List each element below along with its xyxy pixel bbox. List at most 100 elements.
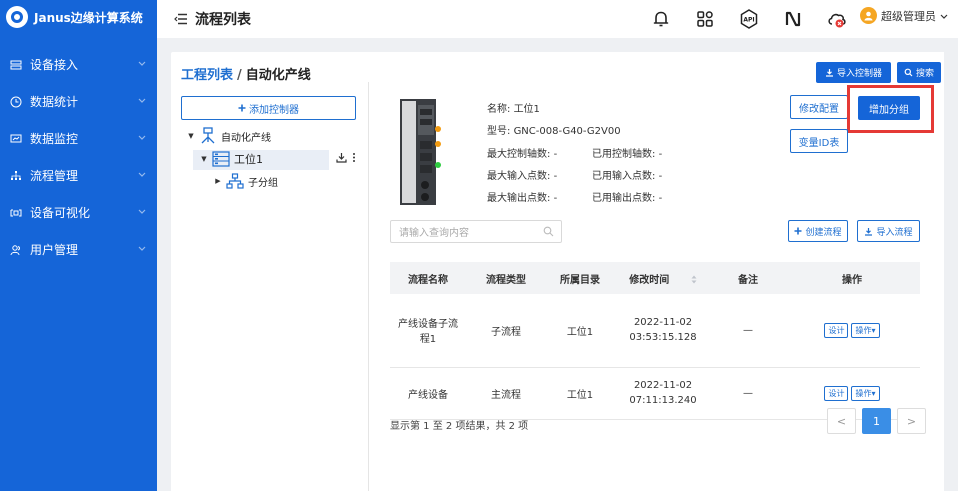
sidebar-item-device-access[interactable]: 设备接入 [0, 46, 157, 83]
flow-table: 流程名称 流程类型 所属目录 修改时间 备注 操作 产线设备子流程1 子流程 工… [390, 262, 920, 420]
sidebar-item-label: 用户管理 [30, 243, 79, 257]
tree-node-subgroup[interactable]: ▶ 子分组 [214, 173, 278, 189]
user-menu[interactable]: 超级管理员 [860, 7, 948, 24]
download-icon [825, 69, 833, 77]
tree-node-root[interactable]: ▼ 自动化产线 [187, 127, 271, 145]
flow-dir: 工位1 [546, 367, 614, 420]
download-icon[interactable] [336, 152, 347, 163]
variable-id-table-button[interactable]: 变量ID表 [790, 129, 848, 153]
device-model-row: 型号: GNC-008-G40-G2V00 [487, 122, 621, 137]
import-flow-label: 导入流程 [876, 227, 913, 238]
chevron-down-icon [138, 98, 146, 103]
cloud-error-icon[interactable] [815, 6, 859, 32]
prev-page-button[interactable]: < [827, 408, 856, 434]
highlight-box [847, 85, 934, 133]
chevron-down-icon [138, 61, 146, 66]
api-icon-label: API [743, 17, 754, 24]
operations-dropdown[interactable]: 操作▾ [851, 385, 880, 401]
operations-dropdown[interactable]: 操作▾ [851, 322, 880, 338]
monitor-icon [10, 133, 22, 145]
controller-icon [212, 151, 230, 167]
breadcrumb-parent[interactable]: 工程列表 [181, 68, 233, 83]
variable-id-table-label: 变量ID表 [798, 137, 840, 149]
chevron-down-icon [138, 135, 146, 140]
next-page-button[interactable]: > [897, 408, 926, 434]
breadcrumb-current: 自动化产线 [245, 68, 311, 83]
breadcrumb-separator: / [237, 68, 242, 83]
more-vertical-icon[interactable] [352, 152, 356, 163]
header-toolbar: API [639, 6, 859, 32]
import-controller-label: 导入控制器 [836, 69, 882, 79]
sort-icon[interactable] [691, 275, 697, 284]
create-flow-label: 创建流程 [805, 227, 842, 238]
flow-type: 子流程 [466, 294, 546, 368]
device-stat: 已用控制轴数: - [592, 149, 663, 160]
sidebar-item-visualization[interactable]: 设备可视化 [0, 194, 157, 231]
sidebar-item-label: 设备可视化 [30, 206, 91, 220]
add-controller-button[interactable]: 添加控制器 [181, 96, 356, 120]
flow-ops: 设计 操作▾ [784, 294, 920, 368]
device-stat: 最大输入点数: - [487, 171, 558, 182]
column-header-sortable[interactable]: 修改时间 [614, 262, 712, 294]
breadcrumb: 工程列表 / 自动化产线 [181, 64, 311, 83]
device-stat: 已用输出点数: - [592, 193, 663, 204]
caret-down-icon[interactable]: ▼ [187, 132, 195, 140]
sidebar-item-label: 数据统计 [30, 95, 79, 109]
create-flow-button[interactable]: 创建流程 [788, 220, 848, 242]
device-name-value: 工位1 [513, 104, 540, 115]
add-controller-label: 添加控制器 [249, 104, 299, 116]
device-name-row: 名称: 工位1 [487, 100, 540, 115]
column-header: 流程类型 [466, 262, 546, 294]
sidebar-nav: 设备接入 数据统计 数据监控 流程管理 设备可视化 用户管理 [0, 46, 157, 268]
avatar [860, 7, 877, 24]
device-access-icon [10, 59, 22, 71]
tree-node-label: 自动化产线 [221, 132, 271, 144]
group-icon [226, 173, 244, 189]
tree-node-station[interactable]: ▼ 工位1 [200, 151, 263, 167]
column-header: 备注 [712, 262, 784, 294]
sidebar: Janus边缘计算系统 设备接入 数据统计 数据监控 流程管理 设备可视化 用户… [0, 0, 157, 491]
search-button[interactable]: 搜索 [897, 62, 941, 83]
visual-icon [10, 207, 22, 219]
chevron-down-icon [138, 209, 146, 214]
plus-icon [794, 227, 802, 235]
design-button[interactable]: 设计 [824, 322, 849, 338]
caret-down-icon[interactable]: ▼ [200, 155, 208, 163]
api-icon[interactable]: API [727, 6, 771, 32]
chevron-down-icon [940, 14, 948, 19]
nfc-icon[interactable] [771, 6, 815, 32]
device-model-value: GNC-008-G40-G2V00 [513, 126, 621, 137]
sidebar-item-user-management[interactable]: 用户管理 [0, 231, 157, 268]
flow-note: — [712, 294, 784, 368]
import-controller-button[interactable]: 导入控制器 [816, 62, 891, 83]
column-header: 流程名称 [390, 262, 466, 294]
search-button-label: 搜索 [915, 69, 934, 79]
page-button[interactable]: 1 [862, 408, 891, 434]
search-icon [543, 226, 554, 237]
modify-config-button[interactable]: 修改配置 [790, 95, 848, 119]
column-header: 所属目录 [546, 262, 614, 294]
sidebar-item-label: 数据监控 [30, 132, 79, 146]
column-header: 操作 [784, 262, 920, 294]
download-icon [865, 227, 873, 236]
flow-name: 产线设备子流程1 [390, 294, 466, 368]
apps-icon[interactable] [683, 6, 727, 32]
caret-right-icon[interactable]: ▶ [214, 177, 222, 185]
flow-note: — [712, 367, 784, 420]
device-stat: 最大控制轴数: - [487, 149, 558, 160]
table-row: 产线设备子流程1 子流程 工位1 2022-11-02 03:53:15.128 … [390, 294, 920, 368]
sidebar-item-flow-management[interactable]: 流程管理 [0, 157, 157, 194]
sidebar-item-statistics[interactable]: 数据统计 [0, 83, 157, 120]
plus-icon [238, 104, 246, 112]
bell-icon[interactable] [639, 6, 683, 32]
user-name: 超级管理员 [881, 9, 936, 23]
flow-modified: 2022-11-02 03:53:15.128 [614, 294, 712, 368]
menu-fold-icon[interactable] [174, 13, 188, 25]
import-flow-button[interactable]: 导入流程 [857, 220, 920, 242]
design-button[interactable]: 设计 [824, 385, 849, 401]
flow-dir: 工位1 [546, 294, 614, 368]
sidebar-item-monitoring[interactable]: 数据监控 [0, 120, 157, 157]
users-icon [10, 244, 22, 256]
flow-search-input[interactable]: 请输入查询内容 [390, 220, 562, 243]
table-summary: 显示第 1 至 2 项结果，共 2 项 [390, 421, 529, 432]
